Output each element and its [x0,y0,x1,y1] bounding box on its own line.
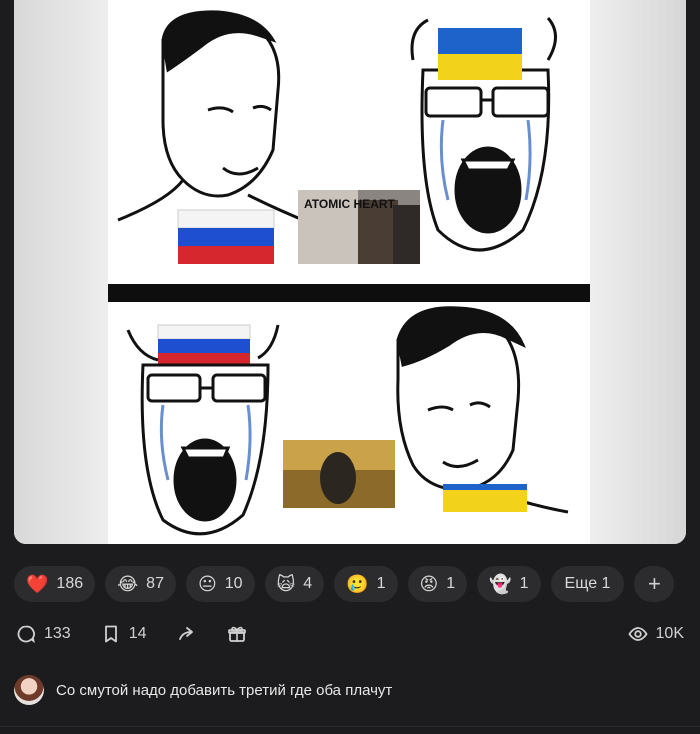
russia-flag-top [177,209,275,264]
reactions-bar: ❤️ 186 😂 87 😐 10 🙀 4 🥲 1 😡 1 👻 1 Еще 1 + [14,566,675,602]
more-reactions-label: Еще 1 [564,575,611,592]
ukraine-flag-bottom-top-strip [443,484,527,490]
comment-bubble-icon [17,625,35,644]
comments-count: 133 [44,625,71,642]
reaction-count: 87 [146,575,164,592]
stalker-cover [283,440,395,508]
chad-face-top [117,10,309,224]
plus-icon: + [648,571,661,596]
reaction-angry[interactable]: 😡 1 [407,566,468,602]
share-button[interactable] [177,624,197,644]
reaction-crying[interactable]: 🥲 1 [334,566,398,602]
bookmark-button[interactable]: 14 [101,624,147,644]
gift-icon [227,626,246,642]
chad-face-bottom [396,306,569,514]
post-image[interactable]: ATOMIC HEART [14,0,686,544]
bookmarks-count: 14 [128,625,147,642]
reaction-count: 186 [56,575,84,592]
neutral-face-emoji-icon: 😐 [197,574,217,594]
reaction-count: 10 [224,575,243,592]
scream-cat-emoji-icon: 🙀 [276,574,296,594]
bookmark-icon [104,625,117,643]
reaction-laughing[interactable]: 😂 87 [105,566,176,602]
reaction-ghost[interactable]: 👻 1 [477,566,541,602]
ukraine-flag-top [438,28,522,80]
share-arrow-icon [178,627,193,640]
panel-divider [108,284,590,302]
reaction-scream-cat[interactable]: 🙀 4 [264,566,325,602]
reaction-count: 1 [446,575,456,592]
laughing-tears-emoji-icon: 😂 [117,574,139,594]
add-reaction-button[interactable]: + [634,566,675,602]
svg-text:ATOMIC HEART: ATOMIC HEART [304,197,396,211]
views-count: 10K [655,625,684,642]
post-stats-bar: 133 14 10K [16,620,684,648]
reaction-neutral[interactable]: 😐 10 [185,566,255,602]
comment-text: Со смутой надо добавить третий где оба п… [56,681,393,699]
comments-button[interactable]: 133 [16,624,71,644]
crying-face-emoji-icon: 🥲 [346,574,369,594]
avatar[interactable] [14,675,44,705]
reaction-heart[interactable]: ❤️ 186 [14,566,96,602]
gift-button[interactable] [227,624,247,644]
reaction-count: 1 [376,575,386,592]
more-reactions-button[interactable]: Еще 1 [550,566,625,602]
atomic-heart-cover: ATOMIC HEART [298,190,420,264]
comment-preview[interactable]: Со смутой надо добавить третий где оба п… [14,675,392,705]
reaction-count: 4 [303,575,313,592]
angry-face-emoji-icon: 😡 [419,574,439,594]
reaction-count: 1 [519,575,529,592]
divider [0,726,700,727]
eye-icon [627,627,648,641]
ghost-sticker-emoji-icon: 👻 [489,574,512,594]
image-blur-left [14,0,110,544]
image-blur-right [590,0,686,544]
russia-flag-bottom [157,324,251,365]
views-counter: 10K [627,624,684,644]
heart-emoji-icon: ❤️ [26,574,49,594]
meme-image: ATOMIC HEART [108,0,590,544]
